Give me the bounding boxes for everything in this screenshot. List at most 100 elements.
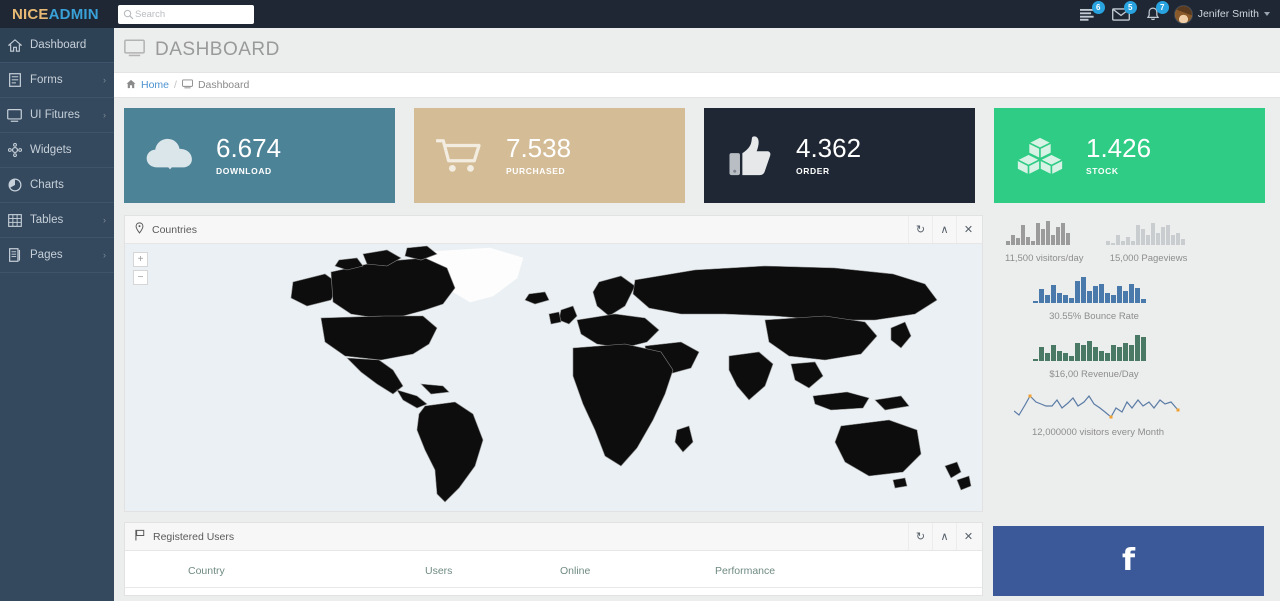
sparkline-visitors-per-day[interactable]: 11,500 visitors/day bbox=[1005, 219, 1084, 264]
chevron-right-icon: › bbox=[103, 109, 106, 120]
world-map[interactable]: + − bbox=[125, 244, 982, 511]
column-header-performance[interactable]: Performance bbox=[715, 551, 982, 588]
collapse-icon[interactable]: ∧ bbox=[932, 523, 956, 550]
thumbs-up-icon bbox=[724, 135, 776, 177]
sparkline-row-top: 11,500 visitors/day 15,000 Pageviews bbox=[1005, 219, 1278, 264]
pie-chart-icon bbox=[7, 178, 22, 192]
close-icon[interactable]: ✕ bbox=[956, 216, 980, 243]
social-widget-column: f bbox=[993, 522, 1278, 596]
sidebar-item-tables[interactable]: Tables › bbox=[0, 203, 114, 238]
registered-users-table: Country Users Online Performance bbox=[125, 551, 982, 588]
page-title: DASHBOARD bbox=[155, 39, 280, 60]
registered-users-panel-header: Registered Users ↻ ∧ ✕ bbox=[125, 523, 982, 551]
stat-label: STOCK bbox=[1086, 166, 1119, 177]
sidebar-item-forms[interactable]: Forms › bbox=[0, 63, 114, 98]
breadcrumb-separator: / bbox=[174, 79, 177, 91]
breadcrumb-current: Dashboard bbox=[197, 79, 250, 91]
sidebar-item-widgets[interactable]: Widgets bbox=[0, 133, 114, 168]
chevron-down-icon bbox=[1264, 12, 1270, 16]
countries-panel-header: Countries ↻ ∧ ✕ bbox=[125, 216, 982, 244]
main-content: DASHBOARD Home / Dashboard 6.674 DOWNLOA… bbox=[114, 28, 1280, 601]
tasks-badge: 6 bbox=[1091, 1, 1105, 14]
stat-label: ORDER bbox=[796, 166, 830, 177]
stat-value: 1.426 bbox=[1086, 132, 1152, 163]
sparkline-caption: 15,000 Pageviews bbox=[1109, 253, 1188, 264]
stat-card-stock[interactable]: 1.426 STOCK bbox=[994, 108, 1265, 203]
tasks-icon[interactable]: 6 bbox=[1078, 1, 1105, 24]
desktop-icon bbox=[124, 39, 145, 62]
dashboard-page: NICEADMIN 6 bbox=[0, 0, 1280, 601]
facebook-icon: f bbox=[1121, 543, 1136, 578]
column-header-online[interactable]: Online bbox=[560, 551, 715, 588]
sidebar-item-label: Dashboard bbox=[30, 39, 87, 51]
sidebar-item-charts[interactable]: Charts bbox=[0, 168, 114, 203]
sidebar: Dashboard Forms › UI Fitures › Widgets C… bbox=[0, 28, 114, 601]
brand-second: ADMIN bbox=[48, 5, 99, 23]
sparkline-caption: $16,00 Revenue/Day bbox=[1049, 369, 1139, 380]
breadcrumb-home-link[interactable]: Home bbox=[141, 79, 169, 91]
stats-sidebar: 11,500 visitors/day 15,000 Pageviews 30.… bbox=[993, 215, 1278, 512]
refresh-icon[interactable]: ↻ bbox=[908, 523, 932, 550]
table-icon bbox=[7, 213, 22, 227]
sparkline-monthly-visitors[interactable]: 12,000000 visitors every Month bbox=[1005, 391, 1191, 438]
home-icon bbox=[7, 38, 22, 52]
bottom-row: Registered Users ↻ ∧ ✕ Country Users Onl… bbox=[124, 522, 1280, 596]
chevron-right-icon: › bbox=[103, 214, 106, 225]
sparkline-revenue-per-day[interactable]: $16,00 Revenue/Day bbox=[1005, 333, 1183, 380]
content-area: 6.674 DOWNLOAD 7.538 PURCHASED 4.362 ORD… bbox=[114, 98, 1280, 596]
collapse-icon[interactable]: ∧ bbox=[932, 216, 956, 243]
user-name: Jenifer Smith bbox=[1197, 8, 1259, 20]
refresh-icon[interactable]: ↻ bbox=[908, 216, 932, 243]
stat-card-order[interactable]: 4.362 ORDER bbox=[704, 108, 975, 203]
header-actions: 6 5 7 Jenifer Smith bbox=[1078, 0, 1280, 28]
panel-tools: ↻ ∧ ✕ bbox=[908, 523, 980, 550]
sparkline-chart bbox=[1006, 221, 1071, 245]
user-menu[interactable]: Jenifer Smith bbox=[1173, 4, 1270, 24]
stat-label: PURCHASED bbox=[506, 166, 566, 177]
stat-card-download[interactable]: 6.674 DOWNLOAD bbox=[124, 108, 395, 203]
column-header-users[interactable]: Users bbox=[425, 551, 560, 588]
home-icon bbox=[126, 79, 136, 92]
middle-row: Countries ↻ ∧ ✕ + − 11,500 visitors/day … bbox=[124, 215, 1280, 512]
top-navbar: NICEADMIN 6 bbox=[0, 0, 1280, 28]
chevron-right-icon: › bbox=[103, 74, 106, 85]
sparkline-chart bbox=[1105, 223, 1185, 245]
countries-panel: Countries ↻ ∧ ✕ + − bbox=[124, 215, 983, 512]
sidebar-item-pages[interactable]: Pages › bbox=[0, 238, 114, 273]
widgets-icon bbox=[7, 143, 22, 157]
search-input[interactable] bbox=[135, 5, 245, 23]
search-box[interactable] bbox=[118, 4, 254, 24]
brand-logo[interactable]: NICEADMIN bbox=[0, 6, 114, 23]
close-icon[interactable]: ✕ bbox=[956, 523, 980, 550]
world-map-svg bbox=[290, 245, 972, 503]
sidebar-item-label: Widgets bbox=[30, 144, 72, 156]
desktop-icon bbox=[7, 108, 22, 122]
facebook-widget[interactable]: f bbox=[993, 526, 1264, 596]
sparkline-bounce-rate[interactable]: 30.55% Bounce Rate bbox=[1005, 275, 1183, 322]
column-header-country[interactable]: Country bbox=[125, 551, 425, 588]
breadcrumb: Home / Dashboard bbox=[114, 72, 1280, 98]
cloud-download-icon bbox=[144, 136, 196, 176]
envelope-icon[interactable]: 5 bbox=[1110, 1, 1137, 24]
avatar bbox=[1173, 4, 1193, 24]
sidebar-item-ui-fitures[interactable]: UI Fitures › bbox=[0, 98, 114, 133]
sidebar-item-dashboard[interactable]: Dashboard bbox=[0, 28, 114, 63]
sparkline-caption: 11,500 visitors/day bbox=[1005, 253, 1084, 264]
stat-card-purchased[interactable]: 7.538 PURCHASED bbox=[414, 108, 685, 203]
stat-value: 7.538 bbox=[506, 132, 572, 163]
panel-title: Registered Users bbox=[153, 530, 235, 543]
sparkline-pageviews[interactable]: 15,000 Pageviews bbox=[1105, 219, 1192, 264]
sparkline-chart bbox=[1033, 335, 1146, 361]
stat-cards: 6.674 DOWNLOAD 7.538 PURCHASED 4.362 ORD… bbox=[124, 108, 1280, 203]
sparkline-chart bbox=[1013, 394, 1180, 419]
registered-users-panel: Registered Users ↻ ∧ ✕ Country Users Onl… bbox=[124, 522, 983, 596]
sparkline-widgets: 11,500 visitors/day 15,000 Pageviews 30.… bbox=[993, 215, 1278, 438]
sparkline-caption: 12,000000 visitors every Month bbox=[1031, 427, 1165, 438]
sparkline-caption: 30.55% Bounce Rate bbox=[1049, 311, 1139, 322]
cubes-icon bbox=[1014, 135, 1066, 177]
bell-icon[interactable]: 7 bbox=[1142, 1, 1169, 24]
stat-value: 4.362 bbox=[796, 132, 862, 163]
brand-first: NICE bbox=[12, 5, 49, 23]
search-icon bbox=[121, 9, 135, 20]
form-icon bbox=[7, 73, 22, 87]
